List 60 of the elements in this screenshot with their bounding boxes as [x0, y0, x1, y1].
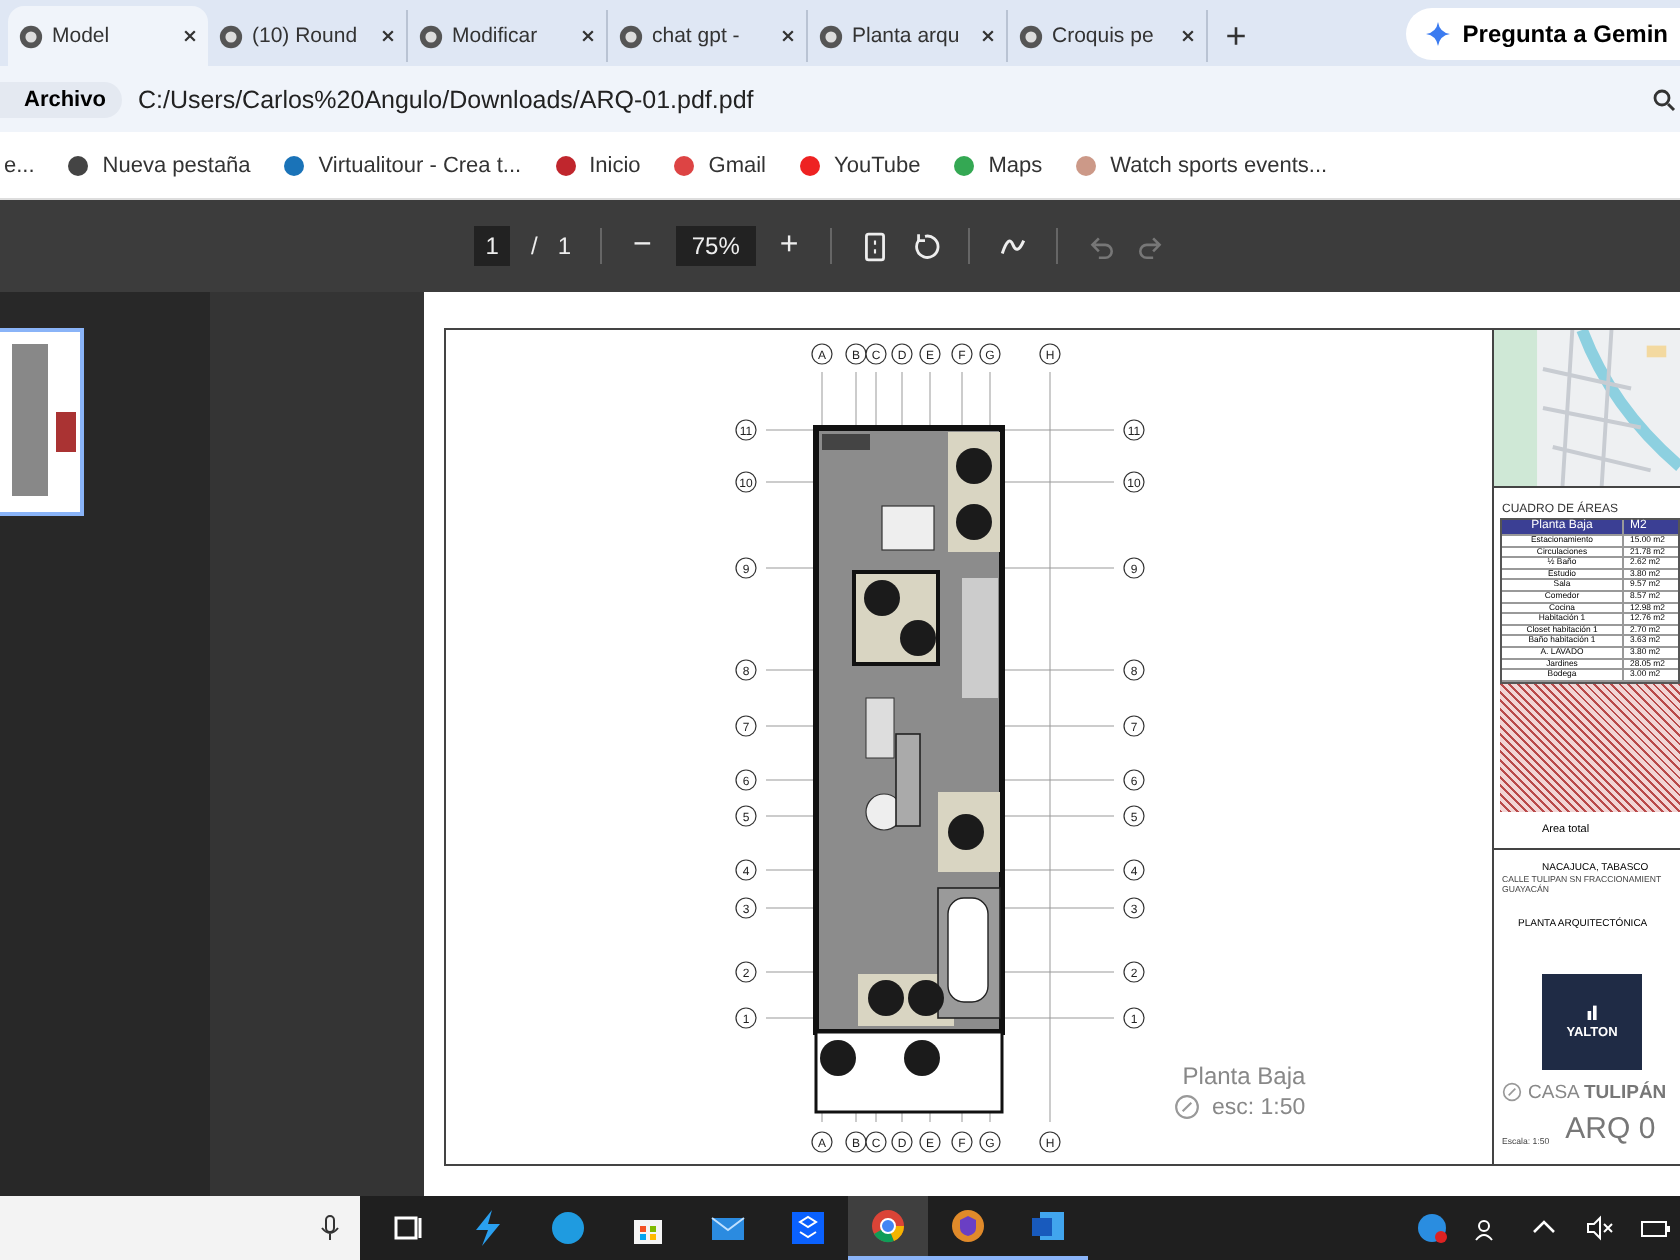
globe-icon	[418, 23, 444, 49]
page-separator: /	[530, 232, 538, 260]
globe-icon	[18, 23, 44, 49]
globe-icon	[218, 23, 244, 49]
zoom-in-button[interactable]: +	[775, 228, 803, 264]
close-icon[interactable]	[182, 28, 198, 44]
close-icon[interactable]	[1180, 28, 1196, 44]
bookmark[interactable]: Gmail	[708, 153, 766, 177]
close-icon[interactable]	[380, 28, 396, 44]
close-icon[interactable]	[780, 28, 796, 44]
box-icon	[788, 1208, 828, 1248]
tab-title: Modificar	[452, 24, 540, 48]
bookmark[interactable]: Virtualitour - Crea t...	[318, 153, 522, 177]
zoom-field[interactable]: 75%	[675, 226, 756, 266]
page-thumbnail[interactable]	[0, 328, 84, 516]
document-icon	[1028, 1206, 1068, 1246]
browser-tab[interactable]: (10) Round	[208, 10, 408, 62]
sheet-code: ARQ 0	[1565, 1111, 1656, 1146]
globe-icon	[618, 23, 644, 49]
browser-tab[interactable]: Model	[8, 6, 208, 66]
globe-icon	[1018, 23, 1044, 49]
bookmark[interactable]: Maps	[988, 153, 1043, 177]
scale-icon	[1502, 1082, 1522, 1103]
bookmark[interactable]: Inicio	[589, 153, 641, 177]
zoom-icon[interactable]	[1652, 87, 1676, 111]
shield-icon	[948, 1206, 988, 1246]
bookmark[interactable]: Watch sports events...	[1110, 153, 1328, 177]
file-chip[interactable]: Archivo	[0, 81, 122, 117]
page-number-field[interactable]: 1	[473, 226, 511, 266]
project-name: CASA TULIPÁN	[1528, 1081, 1667, 1104]
speaker-muted-icon[interactable]	[1584, 1212, 1616, 1244]
plan-title: Planta Baja	[1182, 1062, 1306, 1090]
gemini-button[interactable]: Pregunta a Gemin	[1406, 7, 1680, 59]
bookmark[interactable]: e...	[4, 153, 35, 177]
browser-tab[interactable]: chat gpt -	[608, 10, 808, 62]
help-icon[interactable]	[1416, 1212, 1448, 1244]
browser-tab[interactable]: Croquis pe	[1008, 10, 1208, 62]
tab-title: Model	[52, 24, 112, 48]
page-count: 1	[557, 232, 571, 260]
bookmark[interactable]: Nueva pestaña	[102, 153, 251, 177]
new-tab-button[interactable]: +	[1208, 16, 1264, 58]
fit-page-icon[interactable]	[860, 231, 891, 261]
microphone-icon[interactable]	[320, 1214, 340, 1242]
scale-icon	[1174, 1094, 1200, 1120]
tab-title: Planta arqu	[852, 24, 962, 48]
sparkle-icon	[1426, 21, 1451, 45]
rotate-icon[interactable]	[910, 231, 941, 261]
tab-title: chat gpt -	[652, 24, 742, 48]
zoom-out-button[interactable]: −	[629, 228, 656, 264]
bars-icon	[1583, 1002, 1601, 1021]
tab-title: Croquis pe	[1052, 24, 1156, 48]
browser-tab[interactable]: Modificar	[408, 10, 608, 62]
plan-scale: esc: 1:50	[1212, 1095, 1306, 1119]
bookmark[interactable]: YouTube	[834, 153, 921, 177]
address-field[interactable]: C:/Users/Carlos%20Angulo/Downloads/ARQ-01.pdf.pdf	[137, 85, 754, 113]
browser-tab[interactable]: Planta arqu	[808, 10, 1008, 62]
globe-icon	[818, 23, 844, 49]
tab-title: (10) Round	[252, 24, 360, 48]
close-icon[interactable]	[580, 28, 596, 44]
close-icon[interactable]	[980, 28, 996, 44]
